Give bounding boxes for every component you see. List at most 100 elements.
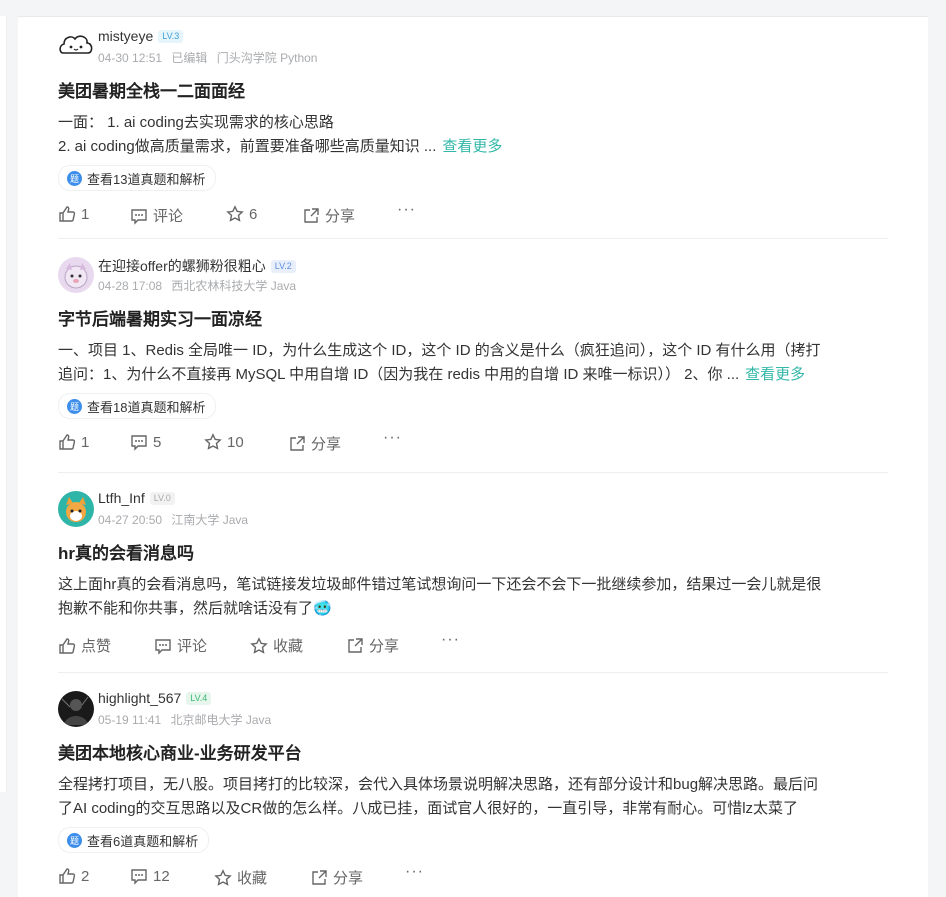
photo-avatar-icon xyxy=(61,696,89,725)
comment-count: 12 xyxy=(153,867,170,885)
divider xyxy=(58,238,888,239)
post-title[interactable]: 美团暑期全栈一二面面经 xyxy=(58,79,888,105)
post-meta: 04-30 12:51 已编辑 门头沟学院 Python xyxy=(98,49,323,66)
like-button[interactable]: 点赞 xyxy=(58,635,111,656)
comment-button[interactable]: 评论 xyxy=(154,635,207,656)
share-label: 分享 xyxy=(311,436,342,453)
post-date: 05-19 11:41 xyxy=(98,713,162,727)
share-label: 分享 xyxy=(333,870,364,887)
avatar[interactable] xyxy=(58,491,94,527)
avatar[interactable] xyxy=(58,257,94,293)
comment-label: 评论 xyxy=(177,638,208,655)
share-button[interactable]: 分享 xyxy=(310,867,363,888)
like-count: 1 xyxy=(81,433,90,451)
share-label: 分享 xyxy=(369,638,400,655)
star-icon xyxy=(250,636,268,654)
share-icon xyxy=(348,637,363,653)
excerpt-line: 这上面hr真的会看消息吗，笔试链接发垃圾邮件错过笔试想询问一下还会不会下一批继续… xyxy=(58,576,822,593)
question-bank-tag[interactable]: 题 查看18道真题和解析 xyxy=(58,393,217,419)
favorite-count: 10 xyxy=(227,433,244,451)
comment-button[interactable]: 5 xyxy=(130,433,161,451)
level-badge: LV.3 xyxy=(158,29,184,43)
more-dots-icon[interactable]: ··· xyxy=(441,631,460,649)
share-label: 分享 xyxy=(325,208,356,225)
username[interactable]: Ltfh_Inf xyxy=(98,490,145,506)
favorite-label: 收藏 xyxy=(273,638,304,655)
favorite-label: 收藏 xyxy=(237,870,268,887)
school-label: 门头沟学院 Python xyxy=(216,51,318,65)
feed-card: mistyeye LV.3 04-30 12:51 已编辑 门头沟学院 Pyth… xyxy=(18,16,928,897)
share-icon xyxy=(304,207,319,223)
see-more-link[interactable]: 查看更多 xyxy=(442,138,502,155)
avatar[interactable] xyxy=(58,29,94,65)
question-bank-label: 查看18道真题和解析 xyxy=(87,399,206,415)
excerpt-line: 一、项目 1、Redis 全局唯一 ID，为什么生成这个 ID，这个 ID 的含… xyxy=(58,342,821,359)
thumb-up-icon xyxy=(59,868,76,884)
cartoon-avatar-icon xyxy=(64,263,88,289)
comment-icon xyxy=(131,869,147,885)
question-bank-icon: 题 xyxy=(67,170,82,186)
comment-icon xyxy=(131,208,147,225)
question-bank-tag[interactable]: 题 查看13道真题和解析 xyxy=(58,165,217,191)
favorite-button[interactable]: 10 xyxy=(204,433,244,451)
level-badge: LV.2 xyxy=(270,259,296,273)
like-button[interactable]: 1 xyxy=(58,433,89,451)
post-title[interactable]: 美团本地核心商业-业务研发平台 xyxy=(58,741,888,767)
thumb-up-icon xyxy=(59,637,76,654)
edited-label: 已编辑 xyxy=(171,51,208,65)
star-icon xyxy=(226,205,244,222)
excerpt-line: 追问：1、为什么不直接再 MySQL 中用自增 ID（因为我在 redis 中用… xyxy=(58,366,740,383)
favorite-button[interactable]: 收藏 xyxy=(214,867,267,888)
question-bank-label: 查看13道真题和解析 xyxy=(87,171,206,187)
question-bank-icon: 题 xyxy=(67,832,82,848)
feed-post[interactable]: Ltfh_Inf LV.0 04-27 20:50 江南大学 Java hr真的… xyxy=(58,490,888,665)
favorite-button[interactable]: 6 xyxy=(226,205,257,223)
divider xyxy=(58,672,888,673)
post-excerpt[interactable]: 这上面hr真的会看消息吗，笔试链接发垃圾邮件错过笔试想询问一下还会不会下一批继续… xyxy=(58,573,888,621)
school-label: 北京邮电大学 Java xyxy=(170,713,272,727)
more-dots-icon[interactable]: ··· xyxy=(397,201,416,219)
post-title[interactable]: 字节后端暑期实习一面凉经 xyxy=(58,307,888,333)
like-count: 1 xyxy=(81,205,90,223)
comment-count: 5 xyxy=(153,433,162,451)
comment-button[interactable]: 评论 xyxy=(130,205,183,226)
post-date: 04-28 17:08 xyxy=(98,279,163,293)
level-badge: LV.0 xyxy=(149,491,175,505)
post-excerpt[interactable]: 一面： 1. ai coding去实现需求的核心思路 2. ai coding做… xyxy=(58,111,888,159)
comment-count: 评论 xyxy=(153,208,184,225)
share-button[interactable]: 分享 xyxy=(302,205,355,226)
post-excerpt[interactable]: 全程拷打项目，无八股。项目拷打的比较深，会代入具体场景说明解决思路，还有部分设计… xyxy=(58,773,888,821)
share-button[interactable]: 分享 xyxy=(288,433,341,454)
post-meta: 04-27 20:50 江南大学 Java xyxy=(98,511,254,528)
post-actions: 2 12 收藏 分享 ··· xyxy=(58,863,888,897)
username[interactable]: 在迎接offer的螺狮粉很粗心 xyxy=(98,256,266,276)
feed-post[interactable]: 在迎接offer的螺狮粉很粗心 LV.2 04-28 17:08 西北农林科技大… xyxy=(58,257,888,463)
see-more-link[interactable]: 查看更多 xyxy=(745,366,805,383)
fox-avatar-icon xyxy=(66,497,86,522)
school-label: 江南大学 Java xyxy=(171,513,249,527)
post-date: 04-30 12:51 xyxy=(98,51,163,65)
post-excerpt[interactable]: 一、项目 1、Redis 全局唯一 ID，为什么生成这个 ID，这个 ID 的含… xyxy=(58,339,888,387)
excerpt-line: 2. ai coding做高质量需求，前置要准备哪些高质量知识 ... xyxy=(58,138,437,155)
like-button[interactable]: 1 xyxy=(58,205,89,223)
username[interactable]: mistyeye xyxy=(98,28,153,44)
excerpt-line: 了AI coding的交互思路以及CR做的怎么样。八成已挂，面试官人很好的，一直… xyxy=(58,800,799,817)
like-button[interactable]: 2 xyxy=(58,867,89,885)
thumb-up-icon xyxy=(59,206,76,222)
thumb-up-icon xyxy=(59,434,76,450)
post-title[interactable]: hr真的会看消息吗 xyxy=(58,541,888,567)
more-dots-icon[interactable]: ··· xyxy=(383,429,402,447)
comment-icon xyxy=(131,435,147,451)
comment-button[interactable]: 12 xyxy=(130,867,170,885)
more-dots-icon[interactable]: ··· xyxy=(405,863,424,881)
share-button[interactable]: 分享 xyxy=(346,635,399,656)
username[interactable]: highlight_567 xyxy=(98,690,181,706)
excerpt-line: 抱歉不能和你共事，然后就啥话没有了🥶 xyxy=(58,600,332,617)
avatar[interactable] xyxy=(58,691,94,727)
like-label: 点赞 xyxy=(81,638,112,655)
question-bank-tag[interactable]: 题 查看6道真题和解析 xyxy=(58,827,210,853)
favorite-button[interactable]: 收藏 xyxy=(250,635,303,656)
feed-post[interactable]: highlight_567 LV.4 05-19 11:41 北京邮电大学 Ja… xyxy=(58,690,888,897)
excerpt-line: 全程拷打项目，无八股。项目拷打的比较深，会代入具体场景说明解决思路，还有部分设计… xyxy=(58,776,819,793)
feed-post[interactable]: mistyeye LV.3 04-30 12:51 已编辑 门头沟学院 Pyth… xyxy=(58,28,888,235)
